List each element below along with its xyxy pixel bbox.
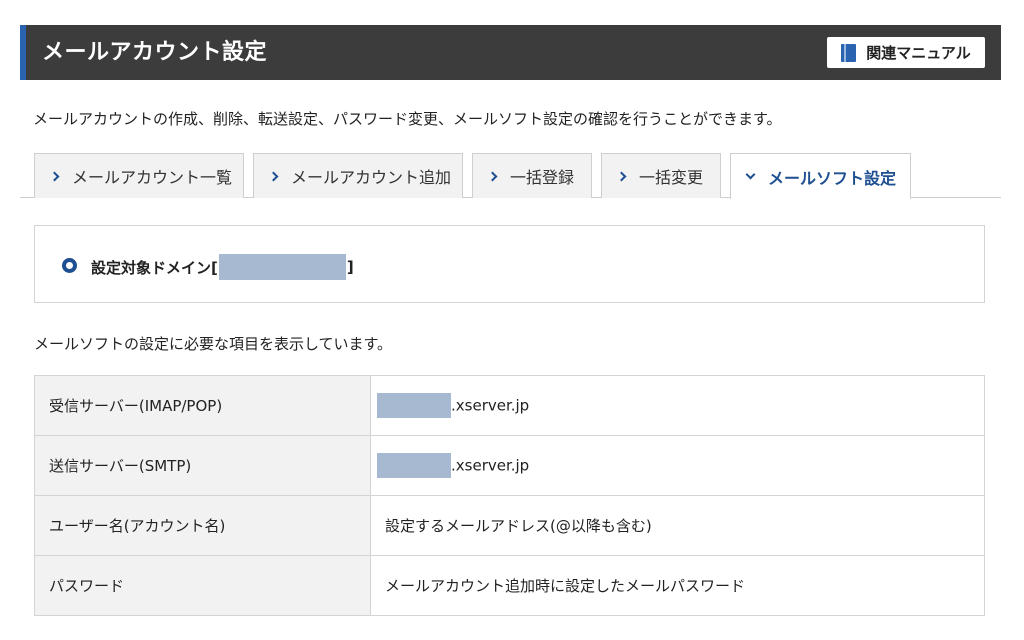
related-manual-button[interactable]: 関連マニュアル xyxy=(827,37,985,68)
page-header: メールアカウント設定 関連マニュアル xyxy=(20,25,1001,80)
tab-label: 一括登録 xyxy=(510,168,575,187)
host-suffix: .xserver.jp xyxy=(451,456,530,475)
mail-software-settings-table: 受信サーバー(IMAP/POP) .xserver.jp 送信サーバー(SMTP… xyxy=(34,375,985,616)
table-row: ユーザー名(アカウント名) 設定するメールアドレス(@以降も含む) xyxy=(34,495,985,556)
page-title: メールアカウント設定 xyxy=(42,40,268,65)
target-domain-prefix: 設定対象ドメイン[ xyxy=(91,258,218,277)
row-label: ユーザー名(アカウント名) xyxy=(34,495,371,556)
tab-label: メールソフト設定 xyxy=(768,168,897,188)
tab-label: メールアカウント一覧 xyxy=(72,168,233,187)
chevron-down-icon xyxy=(745,169,756,180)
tab-add-mail-account[interactable]: メールアカウント追加 xyxy=(253,153,463,198)
page-description: メールアカウントの作成、削除、転送設定、パスワード変更、メールソフト設定の確認を… xyxy=(33,110,782,128)
chevron-right-icon xyxy=(49,171,60,181)
chevron-right-icon xyxy=(268,171,279,181)
related-manual-label: 関連マニュアル xyxy=(866,44,971,62)
tab-mail-account-list[interactable]: メールアカウント一覧 xyxy=(34,153,244,198)
tab-label: 一括変更 xyxy=(639,168,704,187)
tab-bulk-register[interactable]: 一括登録 xyxy=(472,153,592,198)
incoming-server-value: .xserver.jp xyxy=(370,375,985,436)
target-domain-label: 設定対象ドメイン[ ] xyxy=(91,254,354,280)
row-label: 受信サーバー(IMAP/POP) xyxy=(34,375,371,436)
tab-bulk-change[interactable]: 一括変更 xyxy=(601,153,721,198)
username-value: 設定するメールアドレス(@以降も含む) xyxy=(370,495,985,556)
tab-mail-software-settings[interactable]: メールソフト設定 xyxy=(730,153,911,199)
table-row: 送信サーバー(SMTP) .xserver.jp xyxy=(34,435,985,496)
target-domain-box: 設定対象ドメイン[ ] xyxy=(34,225,985,303)
book-icon xyxy=(841,43,857,62)
outgoing-server-value: .xserver.jp xyxy=(370,435,985,496)
redacted-hostname xyxy=(377,393,451,418)
target-domain-suffix: ] xyxy=(346,258,354,276)
host-suffix: .xserver.jp xyxy=(451,396,530,415)
mail-account-settings-page: メールアカウント設定 関連マニュアル メールアカウントの作成、削除、転送設定、パ… xyxy=(0,0,1024,640)
radio-icon xyxy=(62,258,77,273)
table-row: パスワード メールアカウント追加時に設定したメールパスワード xyxy=(34,555,985,616)
password-value: メールアカウント追加時に設定したメールパスワード xyxy=(370,555,985,616)
table-row: 受信サーバー(IMAP/POP) .xserver.jp xyxy=(34,375,985,436)
tab-label: メールアカウント追加 xyxy=(291,168,452,187)
chevron-right-icon xyxy=(616,171,627,181)
redacted-hostname xyxy=(377,453,451,478)
chevron-right-icon xyxy=(487,171,498,181)
row-label: パスワード xyxy=(34,555,371,616)
row-label: 送信サーバー(SMTP) xyxy=(34,435,371,496)
settings-description: メールソフトの設定に必要な項目を表示しています。 xyxy=(34,335,393,353)
redacted-domain xyxy=(218,254,346,280)
